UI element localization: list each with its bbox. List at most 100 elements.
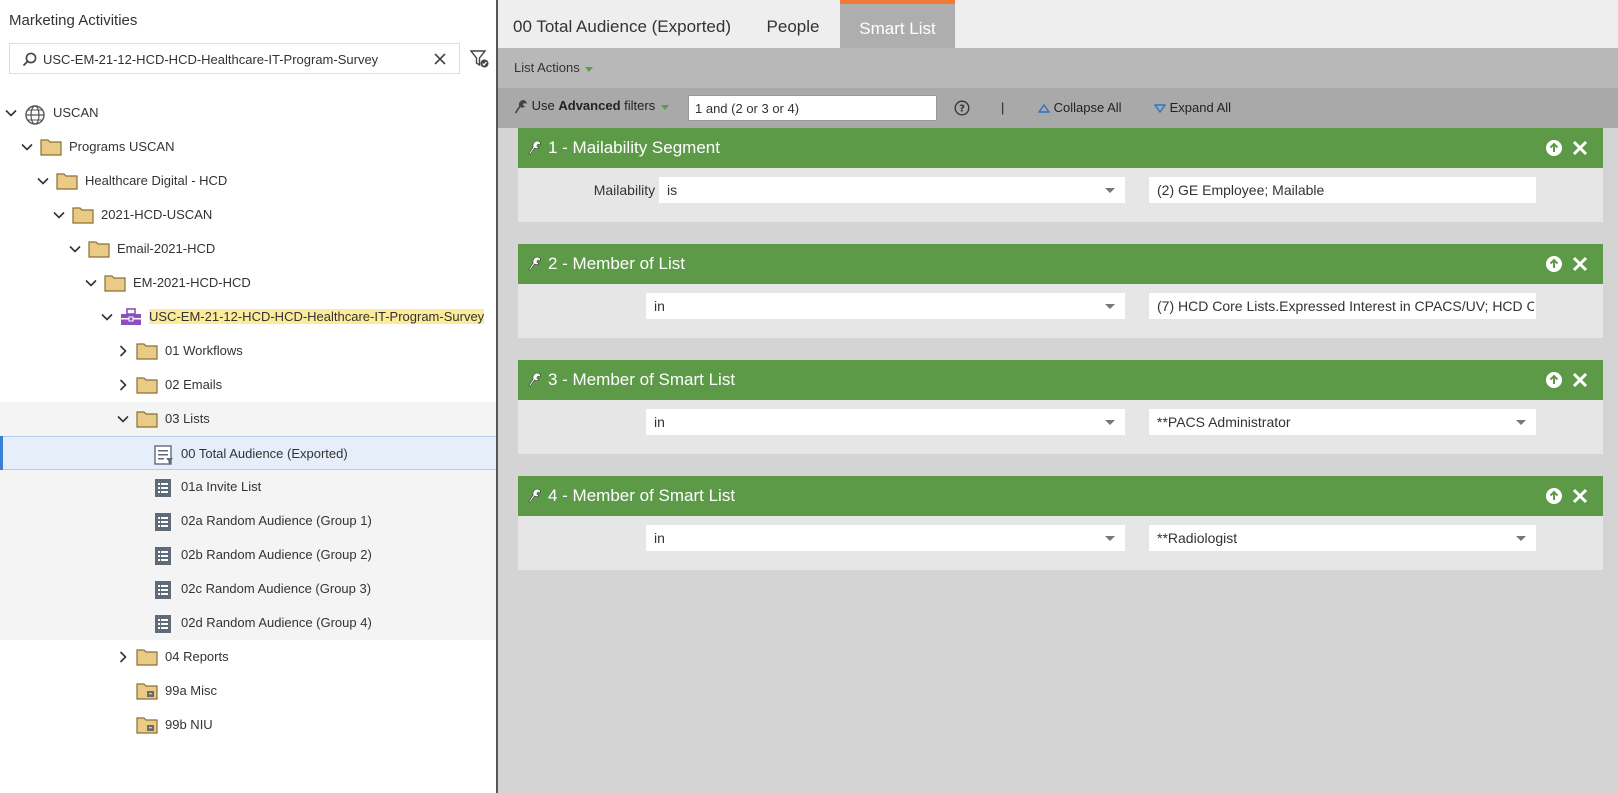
chevron-down-icon[interactable] [4, 106, 18, 120]
advanced-label: Advanced [558, 98, 621, 113]
operator-select[interactable]: in [646, 409, 1125, 435]
tree-item-label: 01 Workflows [165, 343, 243, 358]
filter-logic-input[interactable] [688, 95, 937, 121]
help-icon[interactable]: ? [954, 100, 970, 116]
tree-item[interactable]: 99b NIU [0, 708, 496, 742]
remove-filter-icon[interactable] [1571, 487, 1589, 508]
tree-item[interactable]: 02c Random Audience (Group 3) [0, 572, 496, 606]
operator-value: in [654, 298, 665, 314]
list-icon [154, 580, 172, 603]
chevron-right-icon[interactable] [116, 344, 130, 358]
filter-value: **Radiologist [1157, 530, 1238, 546]
toolbar-separator: | [1001, 100, 1005, 115]
chevron-down-icon[interactable] [100, 310, 114, 324]
operator-value: in [654, 530, 665, 546]
tree-item-label: 99a Misc [165, 683, 218, 698]
move-up-icon[interactable] [1545, 371, 1563, 392]
tree-item[interactable]: 04 Reports [0, 640, 496, 674]
filter-settings-icon[interactable] [470, 49, 490, 69]
filter-value-field[interactable]: **Radiologist [1149, 525, 1536, 551]
filter-value-field[interactable]: (2) GE Employee; Mailable [1149, 177, 1536, 203]
caret-down-icon [1105, 188, 1115, 193]
chevron-down-icon[interactable] [68, 242, 82, 256]
archive-folder-icon [136, 682, 158, 703]
remove-filter-icon[interactable] [1571, 371, 1589, 392]
operator-select[interactable]: in [646, 293, 1125, 319]
tab-smart-list[interactable]: Smart List [840, 0, 955, 48]
tree-item[interactable]: 03 Lists [0, 402, 496, 436]
tree-item-label: 2021-HCD-USCAN [101, 207, 213, 222]
caret-down-icon [660, 104, 669, 110]
tab-total-audience[interactable]: 00 Total Audience (Exported) [498, 0, 746, 48]
search-input[interactable] [43, 49, 423, 69]
filter-value: (2) GE Employee; Mailable [1157, 182, 1325, 198]
chevron-down-icon[interactable] [116, 412, 130, 426]
chevron-right-icon[interactable] [116, 650, 130, 664]
folder-icon [88, 240, 110, 261]
tree-item[interactable]: Healthcare Digital - HCD [0, 164, 496, 198]
tree-item[interactable]: USC-EM-21-12-HCD-HCD-Healthcare-IT-Progr… [0, 300, 496, 334]
tree-item-label: 04 Reports [165, 649, 229, 664]
tree-item-label: USC-EM-21-12-HCD-HCD-Healthcare-IT-Progr… [149, 309, 485, 324]
move-up-icon[interactable] [1545, 255, 1563, 276]
tree-item-label: 03 Lists [165, 411, 210, 426]
tree-item[interactable]: EM-2021-HCD-HCD [0, 266, 496, 300]
folder-tree: USCAN Programs USCAN Healthcare Digital - … [0, 96, 496, 742]
folder-icon [72, 206, 94, 227]
tree-item[interactable]: 01a Invite List [0, 470, 496, 504]
tab-people[interactable]: People [746, 0, 840, 48]
tree-item-label: 02 Emails [165, 377, 223, 392]
tree-item[interactable]: 00 Total Audience (Exported) [0, 436, 496, 470]
tree-item-label: 02a Random Audience (Group 1) [181, 513, 372, 528]
tree-item[interactable]: 02 Emails [0, 368, 496, 402]
folder-icon [136, 410, 158, 431]
chevron-right-icon[interactable] [116, 378, 130, 392]
filter-header[interactable]: 3 - Member of Smart List [518, 360, 1603, 400]
search-box[interactable] [9, 43, 460, 74]
tree-item[interactable]: Email-2021-HCD [0, 232, 496, 266]
tree-item[interactable]: 02b Random Audience (Group 2) [0, 538, 496, 572]
list-actions-menu[interactable]: List Actions [514, 60, 594, 75]
list-actions-label: List Actions [514, 60, 580, 75]
expand-all-button[interactable]: Expand All [1153, 100, 1231, 115]
operator-select[interactable]: is [659, 177, 1125, 203]
filter-header[interactable]: 2 - Member of List [518, 244, 1603, 284]
chevron-down-icon[interactable] [52, 208, 66, 222]
filter-bar: Use Advanced filters ? | Collapse All Ex… [498, 88, 1618, 128]
chevron-down-icon[interactable] [20, 140, 34, 154]
tree-item[interactable]: 2021-HCD-USCAN [0, 198, 496, 232]
tree-item-label: 02b Random Audience (Group 2) [181, 547, 372, 562]
triangle-down-icon [1153, 104, 1167, 114]
program-icon [120, 308, 142, 329]
close-icon[interactable] [433, 52, 447, 66]
tree-item[interactable]: 02d Random Audience (Group 4) [0, 606, 496, 640]
folder-icon [136, 342, 158, 363]
tree-item[interactable]: 99a Misc [0, 674, 496, 708]
move-up-icon[interactable] [1545, 139, 1563, 160]
chevron-down-icon[interactable] [84, 276, 98, 290]
use-label: Use [531, 98, 555, 113]
svg-text:?: ? [959, 104, 965, 115]
filter-header[interactable]: 4 - Member of Smart List [518, 476, 1603, 516]
folder-icon [40, 138, 62, 159]
filter-title: 1 - Mailability Segment [548, 138, 720, 157]
folder-icon [136, 648, 158, 669]
tree-item[interactable]: Programs USCAN [0, 130, 496, 164]
filter-header[interactable]: 1 - Mailability Segment [518, 128, 1603, 168]
collapse-all-button[interactable]: Collapse All [1037, 100, 1122, 115]
filter-value-field[interactable]: (7) HCD Core Lists.Expressed Interest in… [1149, 293, 1536, 319]
move-up-icon[interactable] [1545, 487, 1563, 508]
chevron-down-icon[interactable] [36, 174, 50, 188]
wrench-icon [528, 488, 542, 507]
remove-filter-icon[interactable] [1571, 139, 1589, 160]
tree-item[interactable]: 02a Random Audience (Group 1) [0, 504, 496, 538]
operator-select[interactable]: in [646, 525, 1125, 551]
tree-item[interactable]: USCAN [0, 96, 496, 130]
smart-list-icon [154, 445, 174, 468]
advanced-filters-toggle[interactable]: Use Advanced filters [514, 98, 669, 115]
tree-item[interactable]: 01 Workflows [0, 334, 496, 368]
remove-filter-icon[interactable] [1571, 255, 1589, 276]
triangle-up-icon [1037, 103, 1051, 113]
list-icon [154, 512, 172, 535]
filter-value-field[interactable]: **PACS Administrator [1149, 409, 1536, 435]
